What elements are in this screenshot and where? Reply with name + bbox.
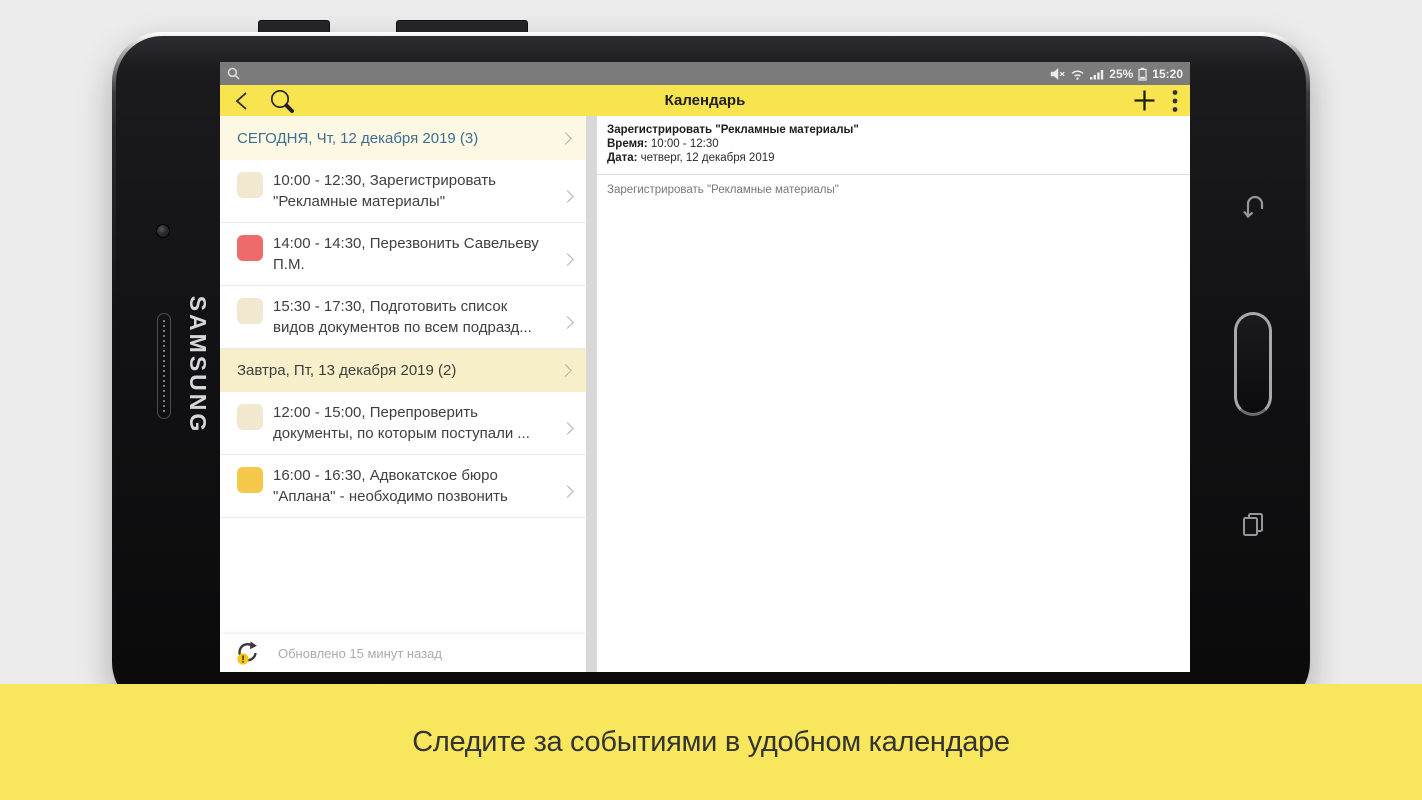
event-color-marker	[237, 172, 263, 198]
detail-divider	[597, 174, 1190, 175]
wifi-icon	[1070, 68, 1085, 80]
detail-time-label: Время:	[607, 138, 648, 150]
event-row[interactable]: 16:00 - 16:30, Адвокатское бюро "Аплана"…	[220, 455, 586, 518]
detail-description: Зарегистрировать "Рекламные материалы"	[607, 184, 839, 196]
chevron-right-icon	[559, 131, 572, 145]
mute-icon	[1050, 67, 1065, 80]
clock: 15:20	[1152, 66, 1183, 81]
battery-icon	[1138, 67, 1147, 81]
event-list: СЕГОДНЯ, Чт, 12 декабря 2019 (3) 10:00 -…	[220, 116, 586, 672]
chevron-right-icon	[561, 315, 574, 329]
refresh-status-text: Обновлено 15 минут назад	[278, 645, 442, 661]
speaker-grille	[157, 313, 171, 419]
chevron-right-icon	[559, 364, 572, 377]
section-label: Завтра, Пт, 13 декабря 2019 (2)	[237, 362, 457, 379]
event-row[interactable]: 15:30 - 17:30, Подготовить список видов …	[220, 286, 586, 349]
brand-logo: SAMSUNG	[185, 295, 211, 435]
event-row[interactable]: 12:00 - 15:00, Перепроверить документы, …	[220, 392, 586, 455]
recent-apps-icon[interactable]	[1240, 511, 1266, 537]
event-color-marker	[237, 235, 263, 261]
event-detail: Зарегистрировать "Рекламные материалы" В…	[597, 116, 1190, 672]
promo-banner-text: Следите за событиями в удобном календаре	[412, 725, 1010, 758]
chevron-right-icon	[561, 484, 574, 498]
event-color-marker	[237, 467, 263, 493]
event-color-marker	[237, 404, 263, 430]
event-row[interactable]: 14:00 - 14:30, Перезвонить Савельеву П.М…	[220, 223, 586, 286]
section-header-tomorrow[interactable]: Завтра, Пт, 13 декабря 2019 (2)	[220, 349, 586, 392]
chevron-right-icon	[561, 189, 574, 203]
status-search-icon	[227, 67, 240, 80]
refresh-bar[interactable]: ! Обновлено 15 минут назад	[220, 634, 586, 672]
signal-icon	[1090, 68, 1104, 80]
pane-divider	[586, 116, 597, 672]
detail-date-label: Дата:	[607, 152, 638, 164]
detail-time-value: 10:00 - 12:30	[650, 138, 719, 150]
chevron-right-icon	[561, 252, 574, 266]
event-row[interactable]: 10:00 - 12:30, Зарегистрировать "Рекламн…	[220, 160, 586, 223]
detail-title: Зарегистрировать "Рекламные материалы"	[607, 124, 859, 136]
promo-banner: Следите за событиями в удобном календаре	[0, 684, 1422, 800]
section-label: СЕГОДНЯ, Чт, 12 декабря 2019 (3)	[237, 129, 479, 147]
event-text: 10:00 - 12:30, Зарегистрировать "Рекламн…	[273, 172, 496, 210]
event-text: 16:00 - 16:30, Адвокатское бюро "Аплана"…	[273, 467, 508, 505]
status-bar: 25% 15:20	[220, 62, 1190, 85]
hardware-back-icon[interactable]	[1239, 190, 1269, 220]
page-title: Календарь	[664, 92, 746, 109]
front-camera	[156, 224, 170, 238]
event-text: 15:30 - 17:30, Подготовить список видов …	[273, 298, 532, 336]
add-event-icon[interactable]	[1133, 89, 1156, 112]
tablet-device: SAMSUNG 25% 15:20 Календарь СЕГОДНЯ, Чт,…	[112, 32, 1310, 712]
chevron-right-icon	[561, 421, 574, 435]
section-header-today[interactable]: СЕГОДНЯ, Чт, 12 декабря 2019 (3)	[220, 116, 586, 160]
event-text: 12:00 - 15:00, Перепроверить документы, …	[273, 404, 530, 442]
event-text: 14:00 - 14:30, Перезвонить Савельеву П.М…	[273, 235, 539, 273]
home-button[interactable]	[1234, 312, 1272, 416]
app-header: Календарь	[220, 85, 1190, 116]
event-color-marker	[237, 298, 263, 324]
tablet-screen: 25% 15:20 Календарь СЕГОДНЯ, Чт, 12 дека…	[220, 62, 1190, 672]
svg-text:!: !	[241, 655, 244, 665]
detail-date-value: четверг, 12 декабря 2019	[640, 152, 775, 164]
battery-percent: 25%	[1109, 66, 1134, 81]
overflow-menu-icon[interactable]	[1172, 89, 1178, 113]
refresh-warning-icon[interactable]: !	[236, 641, 260, 665]
